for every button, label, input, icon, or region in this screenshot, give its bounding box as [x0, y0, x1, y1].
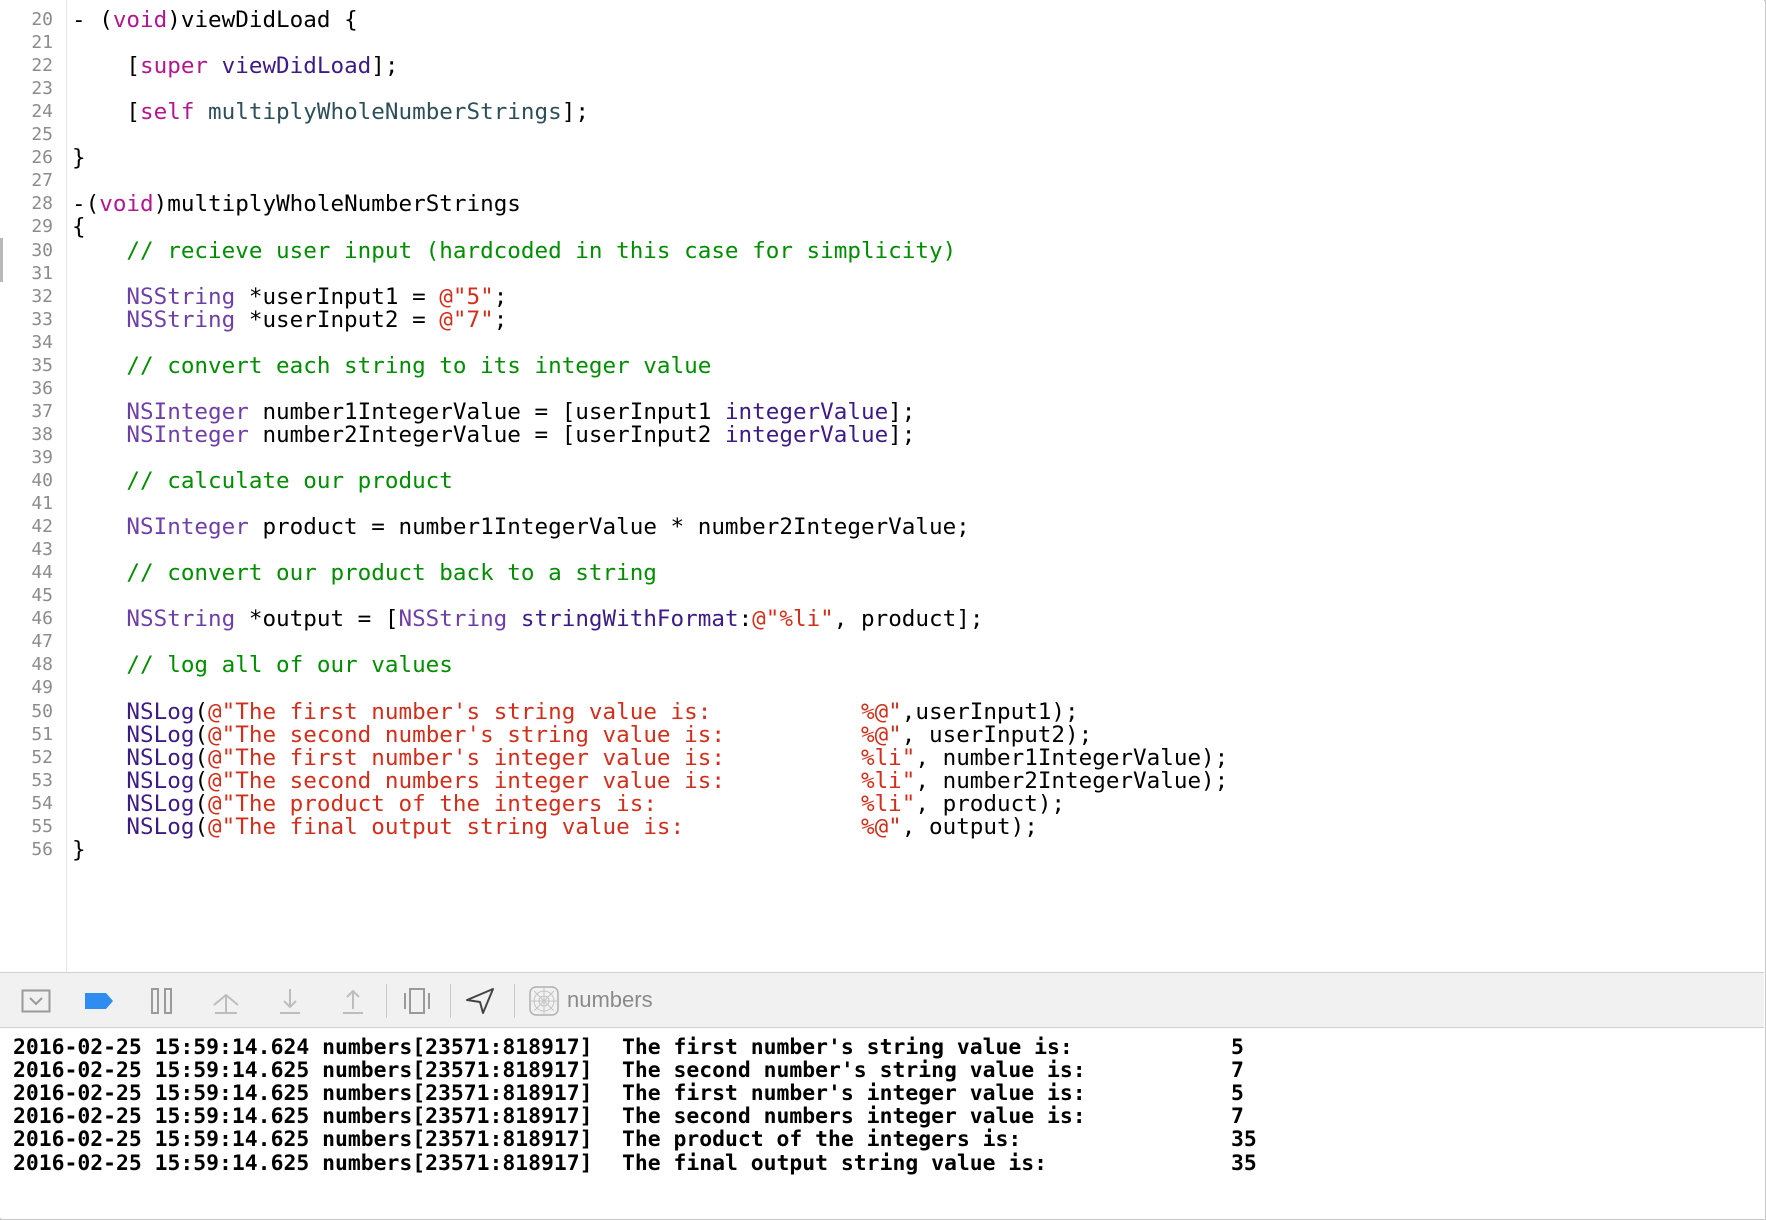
breakpoints-toggle-button[interactable] [81, 983, 117, 1019]
console-log-message: The first number's integer value is: [622, 1081, 1086, 1107]
toolbar-separator [450, 984, 451, 1018]
console-log-message: The second number's string value is: [622, 1058, 1086, 1084]
console-output[interactable]: 2016-02-25 15:59:14.624 numbers[23571:81… [0, 1028, 1764, 1218]
console-log-prefix: 2016-02-25 15:59:14.625 numbers[23571:81… [13, 1058, 593, 1084]
step-into-button[interactable] [272, 983, 308, 1019]
console-log-message: The first number's string value is: [622, 1035, 1073, 1060]
console-log-value: 35 [1231, 1127, 1257, 1153]
step-out-button[interactable] [335, 983, 371, 1019]
pause-icon [151, 988, 172, 1014]
code-text[interactable]: } [72, 837, 86, 863]
step-into-icon [280, 989, 300, 1014]
console-log-value: 35 [1231, 1150, 1257, 1176]
debug-bar: numbers [0, 972, 1764, 1028]
step-over-icon [213, 993, 239, 1014]
toolbar-separator [386, 984, 387, 1018]
console-log-prefix: 2016-02-25 15:59:14.625 numbers[23571:81… [13, 1104, 593, 1130]
console-log-message: The second numbers integer value is: [622, 1104, 1086, 1130]
app-target-button[interactable] [526, 983, 562, 1019]
step-out-icon [343, 989, 363, 1014]
hide-debug-area-button[interactable] [18, 983, 54, 1019]
line-number: 56 [31, 838, 53, 860]
console-log-value: 5 [1231, 1081, 1244, 1107]
simulate-location-button[interactable] [462, 983, 498, 1019]
debug-view-hierarchy-button[interactable] [399, 983, 435, 1019]
app-target-icon [529, 986, 559, 1016]
console-log-message: The final output string value is: [622, 1150, 1047, 1176]
console-log-prefix: 2016-02-25 15:59:14.625 numbers[23571:81… [13, 1127, 593, 1153]
step-over-button[interactable] [208, 983, 244, 1019]
console-log-value: 7 [1231, 1104, 1244, 1130]
target-name[interactable]: numbers [567, 973, 653, 1027]
console-log-value: 5 [1231, 1035, 1244, 1060]
pause-continue-button[interactable] [144, 983, 180, 1019]
console-log-message: The product of the integers is: [622, 1127, 1022, 1153]
console-log-prefix: 2016-02-25 15:59:14.624 numbers[23571:81… [13, 1035, 593, 1060]
console-log-prefix: 2016-02-25 15:59:14.625 numbers[23571:81… [13, 1150, 593, 1176]
code-editor[interactable]: 20- (void)viewDidLoad {21 22 [super viewD… [0, 0, 1764, 972]
console-log-value: 7 [1231, 1058, 1244, 1084]
code-line[interactable]: 56} [0, 837, 1760, 863]
console-log-prefix: 2016-02-25 15:59:14.625 numbers[23571:81… [13, 1081, 593, 1107]
view-hierarchy-icon [404, 988, 430, 1014]
code-token: } [72, 836, 86, 863]
hide-debug-area-icon [21, 989, 51, 1013]
toolbar-separator [514, 984, 515, 1018]
breakpoint-icon [85, 993, 113, 1009]
location-arrow-icon [466, 988, 494, 1014]
